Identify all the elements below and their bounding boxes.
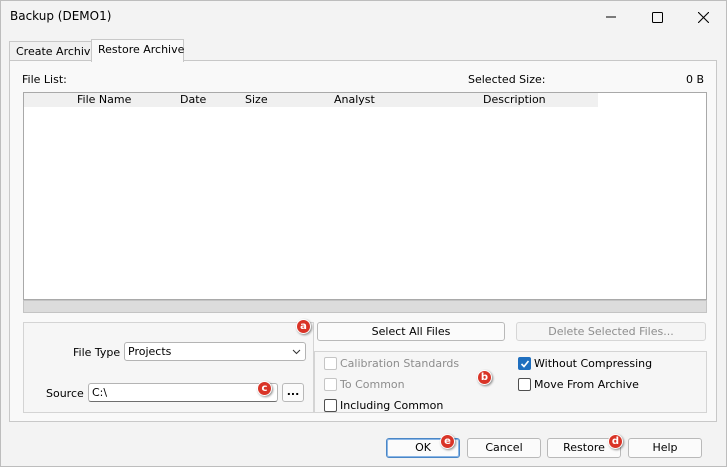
- horizontal-scrollbar[interactable]: [23, 300, 707, 313]
- maximize-button[interactable]: [634, 1, 680, 33]
- without-compressing-box[interactable]: [518, 357, 531, 370]
- including-common-box[interactable]: [324, 399, 337, 412]
- file-list-label: File List:: [22, 73, 67, 86]
- column-header-description[interactable]: Description: [483, 93, 546, 106]
- help-button[interactable]: Help: [628, 438, 702, 458]
- to-common-box[interactable]: [324, 378, 337, 391]
- without-compressing-label: Without Compressing: [534, 357, 653, 370]
- calibration-standards-label: Calibration Standards: [340, 357, 460, 370]
- calibration-standards-checkbox[interactable]: Calibration Standards: [324, 357, 459, 370]
- annotation-badge-a: a: [296, 319, 311, 334]
- without-compressing-checkbox[interactable]: Without Compressing: [518, 357, 652, 370]
- close-button[interactable]: [680, 1, 726, 33]
- selected-size-value: 0 B: [685, 73, 704, 86]
- window-title: Backup (DEMO1): [10, 9, 112, 23]
- to-common-label: To Common: [340, 378, 405, 391]
- annotation-badge-b: b: [477, 370, 492, 385]
- including-common-checkbox[interactable]: Including Common: [324, 399, 443, 412]
- browse-button[interactable]: ...: [282, 383, 304, 402]
- including-common-label: Including Common: [340, 399, 444, 412]
- column-header-analyst[interactable]: Analyst: [334, 93, 375, 106]
- calibration-standards-box[interactable]: [324, 357, 337, 370]
- column-header-file-name[interactable]: File Name: [77, 93, 131, 106]
- restore-archive-panel: File List: Selected Size: 0 B File Name …: [9, 60, 717, 422]
- source-input[interactable]: C:\: [88, 383, 278, 402]
- file-type-label: File Type: [73, 346, 121, 359]
- file-list-table[interactable]: File Name Date Size Analyst Description: [23, 92, 707, 300]
- cancel-button[interactable]: Cancel: [467, 438, 541, 458]
- source-value: C:\: [92, 386, 108, 399]
- annotation-badge-e: e: [440, 434, 455, 449]
- move-from-archive-box[interactable]: [518, 378, 531, 391]
- source-label: Source: [46, 387, 84, 400]
- annotation-badge-c: c: [257, 381, 272, 396]
- to-common-checkbox[interactable]: To Common: [324, 378, 405, 391]
- minimize-button[interactable]: [588, 1, 634, 33]
- move-from-archive-label: Move From Archive: [534, 378, 639, 391]
- delete-selected-files-button[interactable]: Delete Selected Files...: [516, 322, 706, 341]
- selected-size-label: Selected Size:: [468, 73, 546, 86]
- file-type-source-group: File Type Projects Source C:\ ...: [23, 322, 314, 413]
- chevron-down-icon: [292, 349, 301, 355]
- tab-create-archive[interactable]: Create Archive: [9, 41, 97, 61]
- column-header-size[interactable]: Size: [245, 93, 268, 106]
- file-type-value: Projects: [128, 345, 172, 358]
- maximize-icon: [651, 11, 663, 23]
- select-all-files-button[interactable]: Select All Files: [317, 322, 505, 341]
- move-from-archive-checkbox[interactable]: Move From Archive: [518, 378, 639, 391]
- close-icon: [697, 11, 709, 23]
- column-header-date[interactable]: Date: [180, 93, 206, 106]
- minimize-icon: [606, 16, 616, 18]
- backup-dialog: Backup (DEMO1) Create Archive Restore Ar…: [0, 0, 727, 467]
- file-type-select[interactable]: Projects: [124, 342, 306, 361]
- annotation-badge-d: d: [608, 434, 623, 449]
- options-group: Calibration Standards To Common Includin…: [314, 351, 707, 413]
- checkmark-icon: [520, 359, 529, 368]
- tab-restore-archive[interactable]: Restore Archive: [91, 39, 184, 62]
- title-bar: Backup (DEMO1): [1, 1, 726, 33]
